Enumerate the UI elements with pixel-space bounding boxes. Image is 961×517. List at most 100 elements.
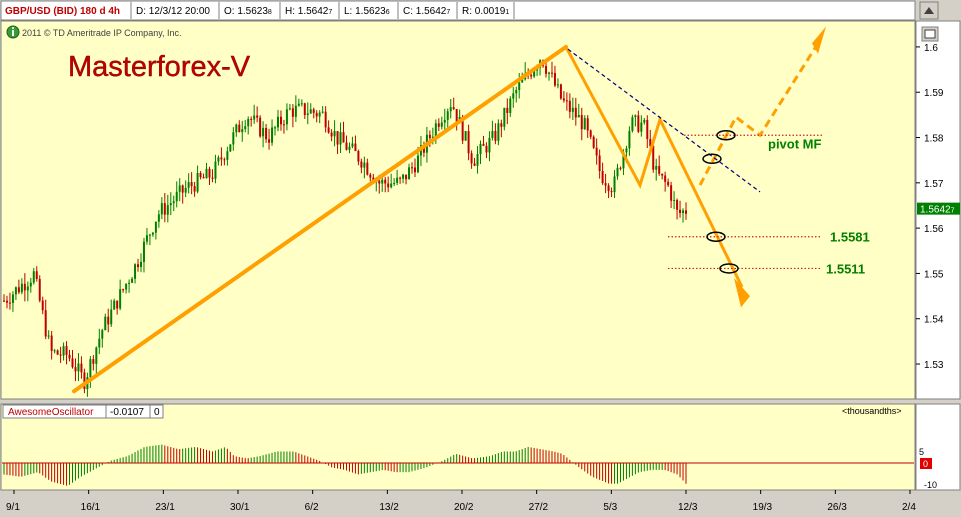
candle-body: [238, 124, 241, 133]
candle-body: [101, 330, 104, 339]
candle-body: [235, 124, 238, 133]
current-price-tag: 1.56427: [917, 202, 960, 216]
oscillator-right-value: 0: [923, 459, 928, 469]
candle-body: [205, 168, 208, 179]
candle-body: [312, 109, 315, 113]
candle-body: [300, 103, 303, 105]
y-tick-label: 1.56: [924, 224, 944, 235]
candle-body: [658, 166, 661, 174]
candle-body: [494, 130, 497, 141]
candle-body: [682, 210, 685, 214]
candle-body: [366, 162, 369, 175]
candle-body: [154, 221, 157, 233]
candle-body: [202, 177, 205, 179]
candle-body: [470, 153, 473, 164]
candle-body: [473, 163, 476, 166]
candle-body: [610, 191, 613, 193]
candle-body: [321, 111, 324, 113]
candle-body: [559, 84, 562, 99]
candle-body: [381, 179, 384, 184]
candle-body: [187, 182, 190, 188]
x-tick-label: 30/1: [230, 502, 250, 513]
candle-body: [449, 107, 452, 112]
scroll-up-button[interactable]: [919, 1, 939, 20]
candle-body: [643, 119, 646, 123]
low-readout: L: 1.56236: [344, 6, 390, 17]
candle-body: [262, 127, 265, 137]
candle-body: [5, 300, 8, 303]
candle-body: [35, 271, 38, 279]
chart-menu-button[interactable]: [921, 26, 939, 42]
watermark-title: Masterforex-V: [68, 51, 251, 83]
candle-body: [357, 151, 360, 162]
candle-body: [282, 124, 285, 126]
y-tick-label: 1.53: [924, 360, 944, 371]
candle-body: [104, 316, 107, 331]
candle-body: [32, 271, 35, 283]
candle-body: [232, 132, 235, 145]
candle-body: [351, 143, 354, 147]
candle-body: [336, 131, 339, 145]
candle-body: [482, 143, 485, 146]
candle-body: [607, 185, 610, 192]
candle-body: [38, 278, 41, 301]
y-tick-label: 1.54: [924, 315, 944, 326]
candle-body: [509, 98, 512, 113]
candle-body: [518, 82, 521, 91]
candle-body: [128, 282, 131, 284]
candle-body: [62, 346, 65, 356]
candle-body: [244, 126, 247, 130]
candle-body: [378, 180, 381, 184]
x-tick-label: 23/1: [155, 502, 175, 513]
candle-body: [634, 115, 637, 118]
candle-body: [113, 300, 116, 310]
candle-body: [315, 112, 318, 117]
candle-body: [169, 203, 172, 206]
candle-body: [604, 183, 607, 186]
panel-settings-button[interactable]: [6, 25, 20, 39]
candle-body: [229, 144, 232, 152]
candle-body: [41, 300, 44, 311]
y-tick-label: 1.59: [924, 88, 944, 99]
candle-body: [586, 118, 589, 131]
candle-body: [428, 134, 431, 138]
candle-body: [208, 168, 211, 178]
candle-body: [116, 300, 119, 309]
candle-body: [670, 185, 673, 201]
candle-body: [306, 113, 309, 115]
copyright-text: 2011 © TD Ameritrade IP Company, Inc.: [22, 28, 182, 38]
candle-body: [53, 350, 56, 352]
candle-body: [11, 294, 14, 303]
high-readout: H: 1.56427: [285, 6, 332, 17]
candle-body: [134, 264, 137, 279]
candle-body: [50, 335, 53, 351]
candle-body: [297, 103, 300, 106]
x-tick-label: 2/4: [902, 502, 916, 513]
candle-body: [667, 181, 670, 186]
candle-body: [184, 187, 187, 193]
candle-body: [199, 172, 202, 178]
y-tick-label: 1.57: [924, 179, 944, 190]
x-tick-label: 5/3: [603, 502, 617, 513]
candle-body: [59, 354, 62, 356]
candle-body: [160, 203, 163, 215]
candle-body: [545, 66, 548, 74]
x-tick-label: 26/3: [827, 502, 847, 513]
candle-body: [288, 108, 291, 110]
candle-body: [211, 177, 214, 179]
candle-body: [137, 264, 140, 268]
candle-body: [363, 162, 366, 168]
candle-body: [637, 115, 640, 132]
candle-body: [259, 117, 262, 137]
candle-body: [220, 157, 223, 160]
candle-body: [393, 182, 396, 184]
candle-body: [354, 143, 357, 152]
candle-body: [625, 148, 628, 153]
candle-body: [193, 186, 196, 192]
candle-body: [628, 130, 631, 149]
candle-body: [44, 310, 47, 337]
candle-body: [640, 122, 643, 132]
candle-body: [613, 176, 616, 193]
candle-body: [467, 131, 470, 154]
candle-body: [17, 287, 20, 293]
